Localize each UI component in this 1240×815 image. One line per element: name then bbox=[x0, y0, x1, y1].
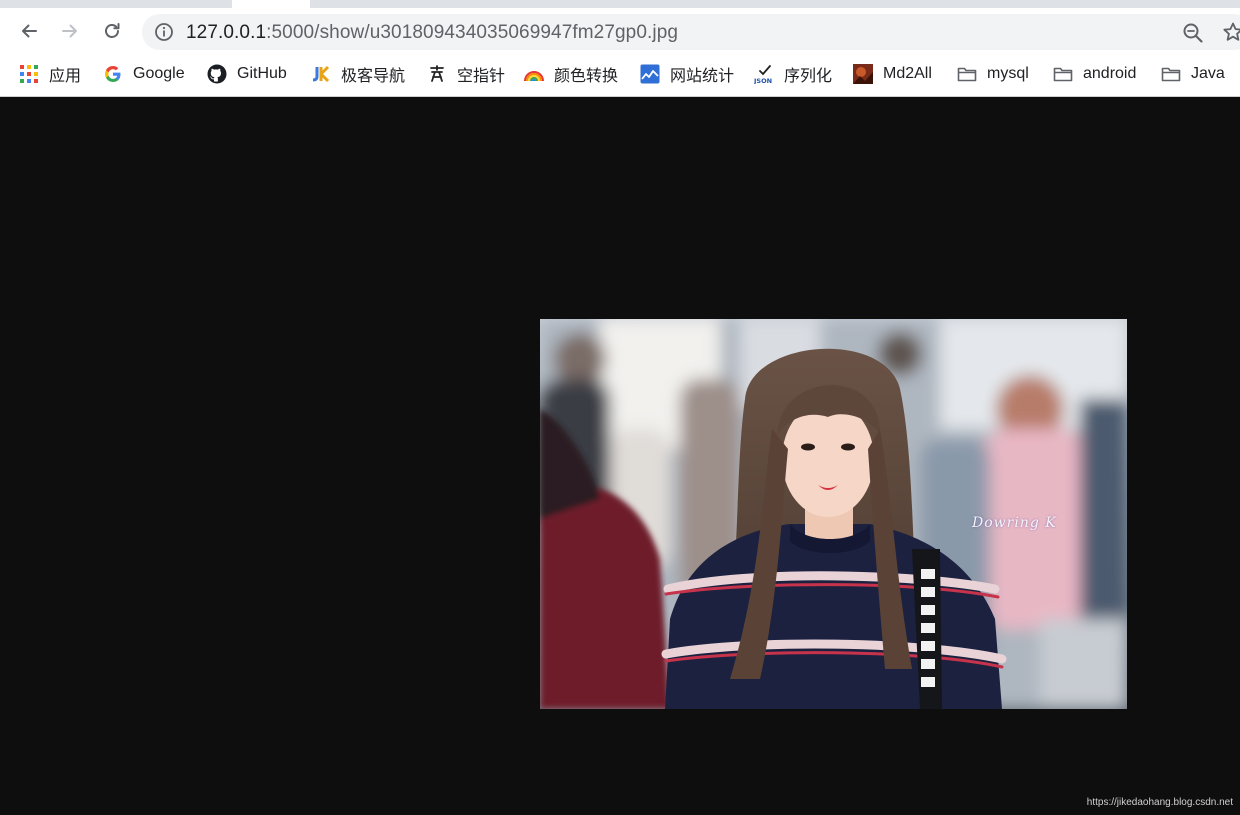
url-text[interactable]: 127.0.0.1:5000/show/u301809434035069947f… bbox=[186, 22, 678, 44]
photo-illustration bbox=[540, 319, 1127, 709]
image-viewer: Dowring K https://jikedaohang.blog.csdn.… bbox=[0, 98, 1240, 815]
reload-icon bbox=[105, 23, 120, 38]
bookmarks-bar: 应用 Google GitHub 极客导航 空指针 颜色转换 网站统计 JSON… bbox=[0, 54, 1240, 97]
bookmark-folder-java[interactable]: Java bbox=[1161, 62, 1225, 86]
bookmark-nullpointer[interactable]: 空指针 bbox=[427, 62, 505, 86]
bookmark-folder-mysql[interactable]: mysql bbox=[957, 62, 1029, 86]
bookmark-label: GitHub bbox=[237, 65, 287, 82]
back-button[interactable] bbox=[15, 17, 43, 45]
stats-chart-icon bbox=[640, 64, 660, 84]
zoom-icon[interactable] bbox=[1182, 22, 1204, 44]
displayed-photo[interactable]: Dowring K bbox=[540, 319, 1127, 709]
bookmark-serialize[interactable]: JSON 序列化 bbox=[754, 62, 832, 86]
github-icon bbox=[207, 64, 227, 84]
reload-button[interactable] bbox=[98, 17, 126, 45]
google-icon bbox=[103, 64, 123, 84]
bookmark-label: Google bbox=[133, 65, 185, 82]
bookmark-label: 颜色转换 bbox=[554, 68, 619, 85]
bookmark-color-convert[interactable]: 颜色转换 bbox=[524, 62, 618, 86]
bookmark-label: Md2All bbox=[883, 65, 932, 82]
active-tab[interactable] bbox=[232, 0, 310, 8]
apps-grid-icon bbox=[19, 64, 39, 84]
forward-arrow-icon bbox=[62, 24, 77, 38]
info-icon[interactable] bbox=[154, 22, 174, 42]
json-icon: JSON bbox=[754, 64, 774, 84]
svg-text:JSON: JSON bbox=[754, 77, 772, 84]
folder-icon bbox=[1053, 64, 1073, 84]
bookmark-label: Java bbox=[1191, 65, 1225, 82]
jk-logo-icon bbox=[311, 64, 331, 84]
bookmark-apps[interactable]: 应用 bbox=[19, 62, 81, 86]
bookmark-label: android bbox=[1083, 65, 1137, 82]
footer-watermark: https://jikedaohang.blog.csdn.net bbox=[1086, 797, 1233, 808]
bookmark-jike[interactable]: 极客导航 bbox=[311, 62, 405, 86]
pointer-logo-icon bbox=[427, 64, 447, 84]
bookmark-label: 应用 bbox=[49, 68, 82, 85]
bookmark-md2all[interactable]: Md2All bbox=[853, 62, 932, 86]
back-arrow-icon bbox=[22, 24, 37, 38]
bookmark-label: 序列化 bbox=[784, 68, 833, 85]
browser-toolbar: 127.0.0.1:5000/show/u301809434035069947f… bbox=[0, 8, 1240, 54]
tab-strip bbox=[0, 0, 1240, 8]
bookmark-google[interactable]: Google bbox=[103, 62, 185, 86]
bookmark-site-stats[interactable]: 网站统计 bbox=[640, 62, 734, 86]
url-host: 127.0.0.1 bbox=[186, 22, 267, 43]
md2all-avatar-icon bbox=[853, 64, 873, 84]
bookmark-github[interactable]: GitHub bbox=[207, 62, 287, 86]
forward-button[interactable] bbox=[56, 17, 84, 45]
photo-watermark: Dowring K bbox=[972, 515, 1057, 531]
address-bar[interactable]: 127.0.0.1:5000/show/u301809434035069947f… bbox=[142, 14, 1240, 50]
rainbow-icon bbox=[524, 64, 544, 84]
bookmark-label: 网站统计 bbox=[670, 68, 735, 85]
folder-icon bbox=[1161, 64, 1181, 84]
bookmark-label: 空指针 bbox=[457, 68, 506, 85]
bookmark-label: 极客导航 bbox=[341, 68, 406, 85]
url-path: :5000/show/u301809434035069947fm27gp0.jp… bbox=[266, 22, 679, 43]
folder-icon bbox=[957, 64, 977, 84]
star-icon[interactable] bbox=[1222, 21, 1240, 43]
bookmark-folder-android[interactable]: android bbox=[1053, 62, 1136, 86]
bookmark-label: mysql bbox=[987, 65, 1029, 82]
